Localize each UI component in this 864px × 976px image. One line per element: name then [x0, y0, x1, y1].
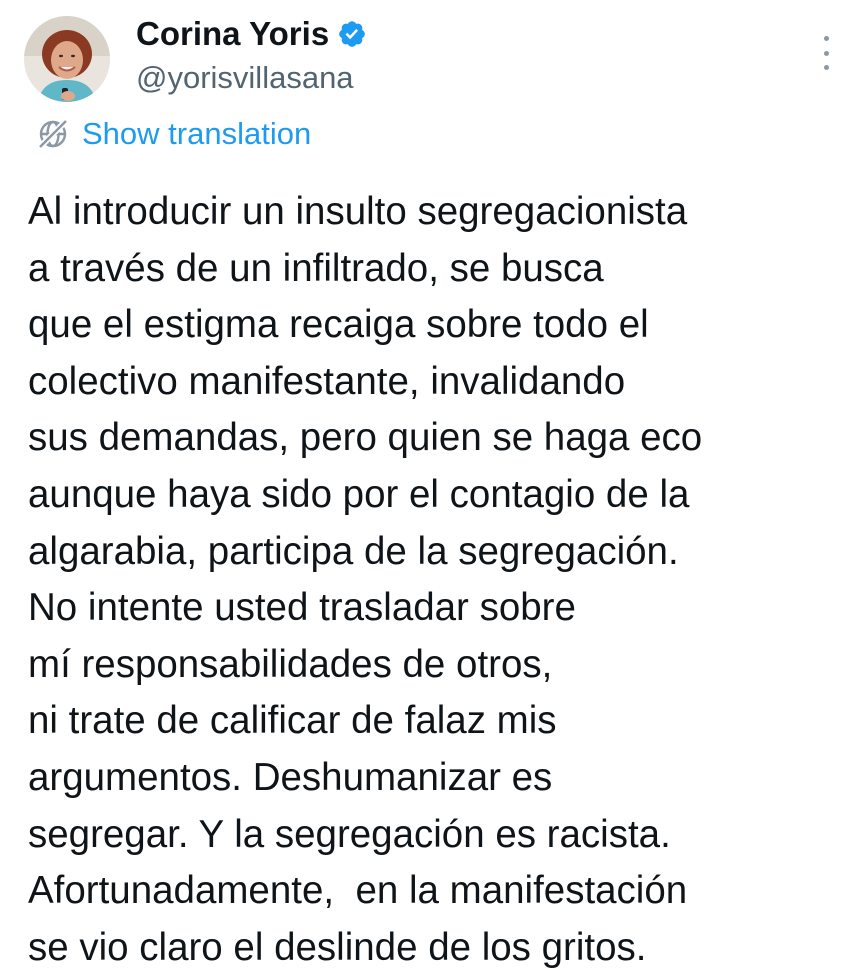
tweet-text-line: Al introducir un insulto segregacionista — [28, 190, 688, 233]
tweet-text-line: aunque haya sido por el contagio de la — [28, 472, 690, 516]
tweet-text-line: algarabia, participa de la segregación. — [28, 529, 679, 573]
tweet-header: Corina Yoris @yorisvillasana — [136, 14, 367, 96]
avatar[interactable] — [24, 16, 110, 102]
more-dot — [823, 65, 829, 70]
show-translation-link[interactable]: Show translation — [36, 116, 311, 152]
more-vertical-icon — [823, 36, 829, 41]
author-handle[interactable]: @yorisvillasana — [136, 60, 367, 96]
avatar-image — [24, 16, 110, 102]
tweet-card: Corina Yoris @yorisvillasana Show transl… — [0, 0, 864, 969]
tweet-text-line: No intente usted trasladar sobre — [28, 586, 576, 630]
tweet-text-line: argumentos. Deshumanizar es — [28, 755, 553, 799]
tweet-text: Al introducir un insulto segregacionista… — [28, 184, 848, 976]
tweet-text-line: sus demandas, pero quien se haga eco — [28, 416, 703, 460]
more-dot — [823, 50, 829, 56]
name-row: Corina Yoris — [136, 14, 367, 54]
show-translation-label[interactable]: Show translation — [82, 116, 311, 152]
tweet-text-line: segregar. Y la segregación es racista. — [28, 812, 671, 856]
tweet-text-line: colectivo manifestante, invalidando — [28, 359, 626, 403]
more-options-button[interactable] — [816, 36, 836, 70]
tweet-text-line: que el estigma recaiga sobre todo el — [28, 303, 649, 347]
tweet-text-line: Afortunadamente, en la manifestación — [28, 869, 688, 913]
globe-slash-icon — [37, 118, 69, 150]
tweet-text-line: ni trate de calificar de falaz mis — [28, 699, 557, 743]
tweet-text-line: a través de un infiltrado, se busca — [28, 246, 604, 290]
author-display-name[interactable]: Corina Yoris — [136, 15, 329, 53]
tweet-text-line: mí responsabilidades de otros, — [28, 642, 553, 686]
verified-badge-icon — [339, 21, 365, 47]
